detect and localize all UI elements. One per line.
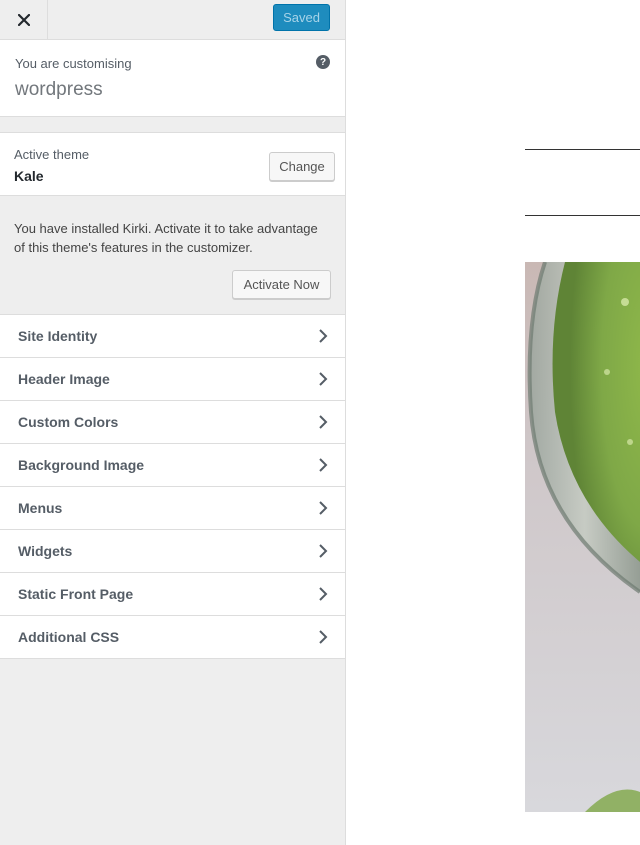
chevron-right-icon [319,372,328,386]
section-label: Menus [18,500,63,516]
section-label: Additional CSS [18,629,120,645]
customizing-info: You are customising wordpress ? [0,40,345,117]
section-custom-colors[interactable]: Custom Colors [0,401,345,444]
customizer-sidebar: Saved You are customising wordpress ? Ac… [0,0,346,845]
chevron-right-icon [319,501,328,515]
site-title: wordpress [15,79,103,100]
close-customizer-button[interactable] [0,0,48,39]
section-header-image[interactable]: Header Image [0,358,345,401]
chevron-right-icon [319,458,328,472]
section-label: Custom Colors [18,414,119,430]
customizer-sections: Site Identity Header Image Custom Colors… [0,314,345,659]
section-additional-css[interactable]: Additional CSS [0,616,345,659]
help-icon[interactable]: ? [316,55,330,69]
preview-divider-line [525,215,640,216]
section-static-front-page[interactable]: Static Front Page [0,573,345,616]
chevron-right-icon [319,544,328,558]
change-theme-button[interactable]: Change [269,152,335,181]
customizing-label: You are customising [15,56,132,71]
section-label: Background Image [18,457,145,473]
active-theme-name: Kale [14,168,44,184]
section-background-image[interactable]: Background Image [0,444,345,487]
activate-now-button[interactable]: Activate Now [232,270,331,299]
section-label: Static Front Page [18,586,134,602]
section-site-identity[interactable]: Site Identity [0,315,345,358]
preview-hero-image[interactable] [525,262,640,812]
preview-divider-line [525,149,640,150]
section-label: Header Image [18,371,110,387]
saved-button[interactable]: Saved [273,4,330,31]
close-icon [17,13,30,26]
section-menus[interactable]: Menus [0,487,345,530]
section-widgets[interactable]: Widgets [0,530,345,573]
section-label: Widgets [18,543,73,559]
chevron-right-icon [319,587,328,601]
plugin-notice-text: You have installed Kirki. Activate it to… [14,221,318,255]
active-theme-label: Active theme [14,147,90,162]
chevron-right-icon [319,630,328,644]
active-theme-panel: Active theme Kale Change [0,132,345,196]
customizer-header: Saved [0,0,345,40]
section-label: Site Identity [18,328,98,344]
chevron-right-icon [319,329,328,343]
chevron-right-icon [319,415,328,429]
